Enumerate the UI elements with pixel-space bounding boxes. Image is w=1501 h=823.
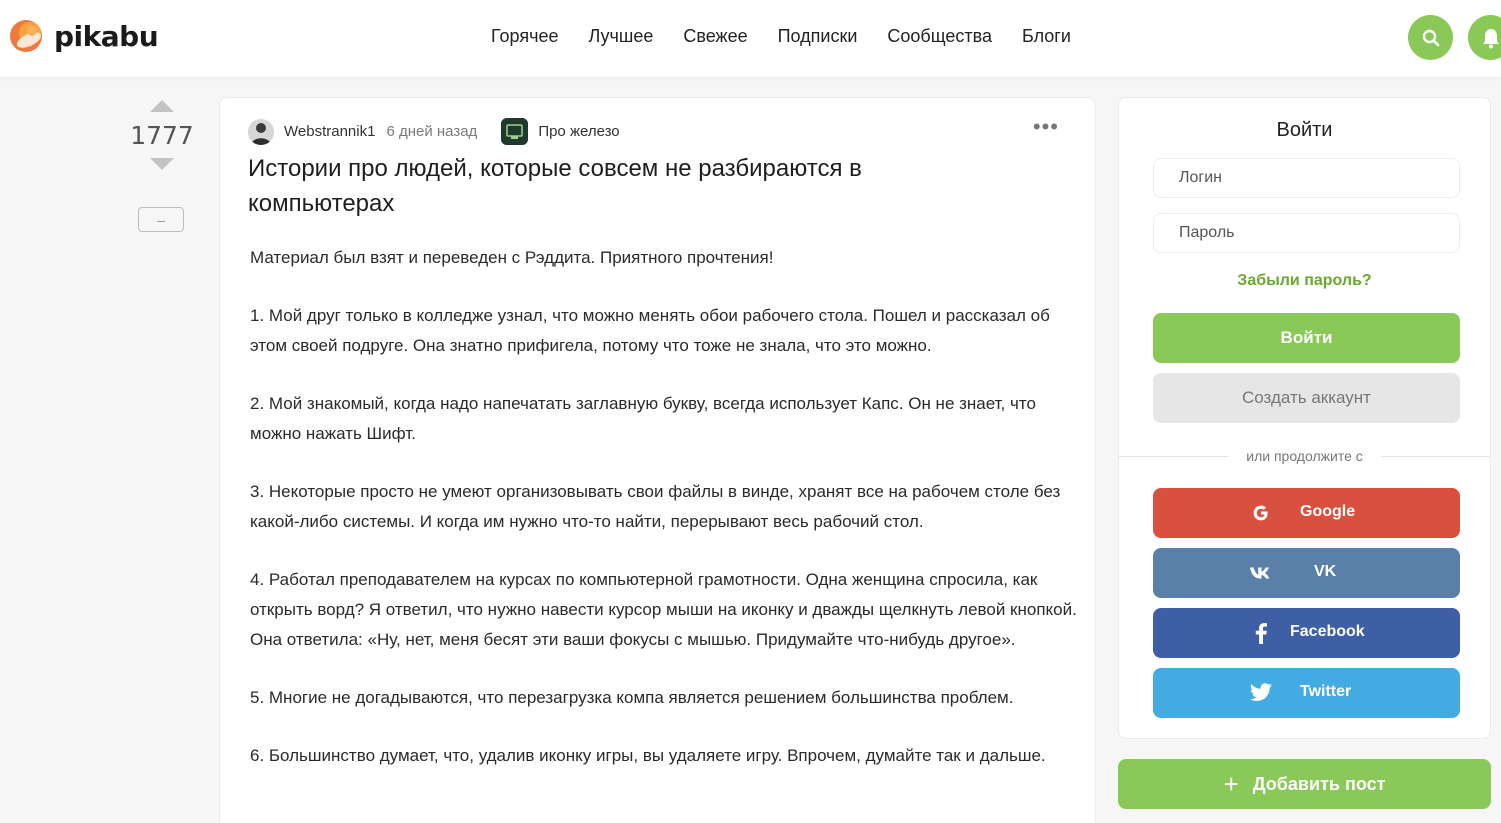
notifications-button[interactable] [1468, 15, 1501, 60]
twitter-icon [1249, 681, 1273, 705]
logo-text: pikabu [54, 19, 159, 53]
post-paragraph: 6. Большинство думает, что, удалив иконк… [250, 746, 1046, 765]
password-input[interactable] [1153, 213, 1460, 253]
post-time: 6 дней назад [386, 123, 478, 140]
or-text: или продолжите с [1246, 448, 1363, 464]
vk-login-button[interactable]: VK [1153, 548, 1460, 598]
post-paragraph: 1. Мой друг только в колледже узнал, что… [250, 306, 1050, 355]
downvote-icon[interactable] [150, 158, 174, 170]
facebook-login-button[interactable]: Facebook [1153, 608, 1460, 658]
or-divider: или продолжите с [1119, 448, 1491, 464]
nav-communities[interactable]: Сообщества [887, 26, 992, 47]
login-input[interactable] [1153, 158, 1460, 198]
post-title[interactable]: Истории про людей, которые совсем не раз… [248, 151, 948, 221]
main-nav: Горячее Лучшее Свежее Подписки Сообществ… [491, 26, 1071, 47]
post-paragraph: 5. Многие не догадываются, что перезагру… [250, 688, 1014, 707]
login-button[interactable]: Войти [1153, 313, 1460, 363]
post-card: Webstrannik1 6 дней назад Про железо •••… [219, 97, 1096, 823]
search-button[interactable] [1408, 15, 1453, 60]
post-body: Материал был взят и переведен с Рэддита.… [250, 243, 1080, 799]
collapse-post-button[interactable]: – [138, 207, 184, 232]
facebook-label: Facebook [1290, 623, 1365, 640]
google-login-button[interactable]: Google [1153, 488, 1460, 538]
logo[interactable]: pikabu [8, 18, 159, 54]
vk-icon [1249, 561, 1273, 585]
search-icon [1422, 29, 1439, 46]
add-post-button[interactable]: + Добавить пост [1118, 759, 1491, 809]
login-title: Войти [1276, 119, 1333, 141]
login-panel: Войти Забыли пароль? Войти Создать аккау… [1118, 97, 1491, 739]
facebook-icon [1249, 621, 1273, 645]
post-rating: 1777 [128, 100, 196, 170]
add-post-label: Добавить пост [1252, 773, 1386, 794]
nav-subscriptions[interactable]: Подписки [778, 26, 858, 47]
post-paragraph: Материал был взят и переведен с Рэддита.… [250, 248, 774, 267]
plus-icon: + [1223, 769, 1239, 799]
site-header: pikabu Горячее Лучшее Свежее Подписки Со… [0, 0, 1501, 77]
post-paragraph: 2. Мой знакомый, когда надо напечатать з… [250, 394, 1036, 443]
nav-best[interactable]: Лучшее [589, 26, 654, 47]
upvote-icon[interactable] [150, 100, 174, 112]
more-options-icon[interactable]: ••• [1033, 116, 1059, 138]
forgot-password-link[interactable]: Забыли пароль? [1119, 272, 1490, 290]
post-meta: Webstrannik1 6 дней назад Про железо [248, 118, 620, 145]
twitter-label: Twitter [1300, 683, 1352, 700]
nav-blogs[interactable]: Блоги [1022, 26, 1071, 47]
community-avatar[interactable] [501, 118, 529, 145]
nav-fresh[interactable]: Свежее [683, 26, 747, 47]
author-name[interactable]: Webstrannik1 [284, 123, 375, 140]
logo-icon [8, 18, 44, 54]
google-icon [1249, 501, 1273, 525]
twitter-login-button[interactable]: Twitter [1153, 668, 1460, 718]
create-account-button[interactable]: Создать аккаунт [1153, 373, 1460, 423]
post-paragraph: 3. Некоторые просто не умеют организовыв… [250, 482, 1061, 531]
vk-label: VK [1314, 563, 1337, 580]
rating-count: 1777 [130, 121, 194, 150]
nav-hot[interactable]: Горячее [491, 26, 559, 47]
post-paragraph: 4. Работал преподавателем на курсах по к… [250, 570, 1077, 649]
author-avatar[interactable] [248, 118, 274, 145]
google-label: Google [1300, 503, 1356, 520]
bell-icon [1482, 28, 1499, 48]
community-name[interactable]: Про железо [538, 123, 619, 140]
